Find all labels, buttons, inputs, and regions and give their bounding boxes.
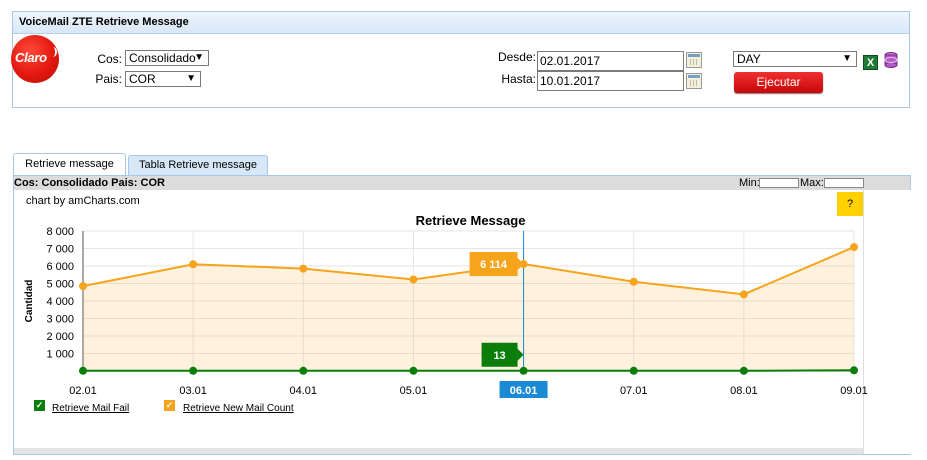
- data-point-fail: [519, 366, 528, 375]
- data-point-new-mail: [189, 260, 198, 269]
- legend-checkbox-new-mail[interactable]: ✓: [164, 400, 175, 411]
- data-point-new-mail: [850, 243, 858, 252]
- x-tick-label: 02.01: [69, 385, 97, 397]
- data-point-fail: [79, 366, 87, 375]
- value-balloon-text: 13: [493, 350, 505, 362]
- data-point-new-mail: [409, 275, 418, 284]
- x-tick-label: 07.01: [620, 385, 648, 397]
- y-tick-label: 6 000: [46, 261, 74, 273]
- y-tick-label: 1 000: [46, 349, 74, 361]
- x-tick-label: 06.01: [510, 385, 538, 397]
- y-tick-label: 2 000: [46, 331, 74, 343]
- x-tick-label: 09.01: [840, 385, 868, 397]
- data-point-fail: [739, 366, 748, 375]
- y-tick-label: 3 000: [46, 314, 74, 326]
- chart-title: Retrieve Message: [416, 213, 526, 228]
- legend-label-fail[interactable]: Retrieve Mail Fail: [52, 403, 129, 414]
- data-point-fail: [189, 366, 198, 375]
- y-tick-label: 5 000: [46, 279, 74, 291]
- data-point-new-mail: [79, 282, 87, 291]
- data-point-fail: [409, 366, 418, 375]
- x-tick-label: 08.01: [730, 385, 758, 397]
- value-balloon-text: 6 114: [480, 259, 508, 271]
- legend-checkbox-fail[interactable]: ✓: [34, 400, 45, 411]
- y-axis-label: Cantidad: [24, 280, 35, 323]
- retrieve-message-chart: 1 000 2 000 3 000 4 000 5 000 6 000 7 000 8 000…: [24, 213, 868, 398]
- data-point-new-mail: [629, 277, 638, 286]
- legend-label-new-mail[interactable]: Retrieve New Mail Count: [183, 403, 294, 414]
- y-tick-label: 7 000: [46, 244, 74, 256]
- data-point-new-mail: [299, 264, 308, 273]
- data-point-fail: [629, 366, 638, 375]
- data-point-fail: [850, 366, 858, 375]
- x-tick-label: 04.01: [290, 385, 318, 397]
- data-point-new-mail: [739, 290, 748, 299]
- y-tick-label: 8 000: [46, 226, 74, 238]
- chart-panel: Cos: Consolidado Pais: COR Min: Max: cha…: [13, 175, 911, 455]
- x-tick-label: 03.01: [179, 385, 207, 397]
- x-tick-label: 05.01: [400, 385, 428, 397]
- y-tick-label: 4 000: [46, 296, 74, 308]
- data-point-fail: [299, 366, 308, 375]
- series-line-fail: [82, 369, 855, 372]
